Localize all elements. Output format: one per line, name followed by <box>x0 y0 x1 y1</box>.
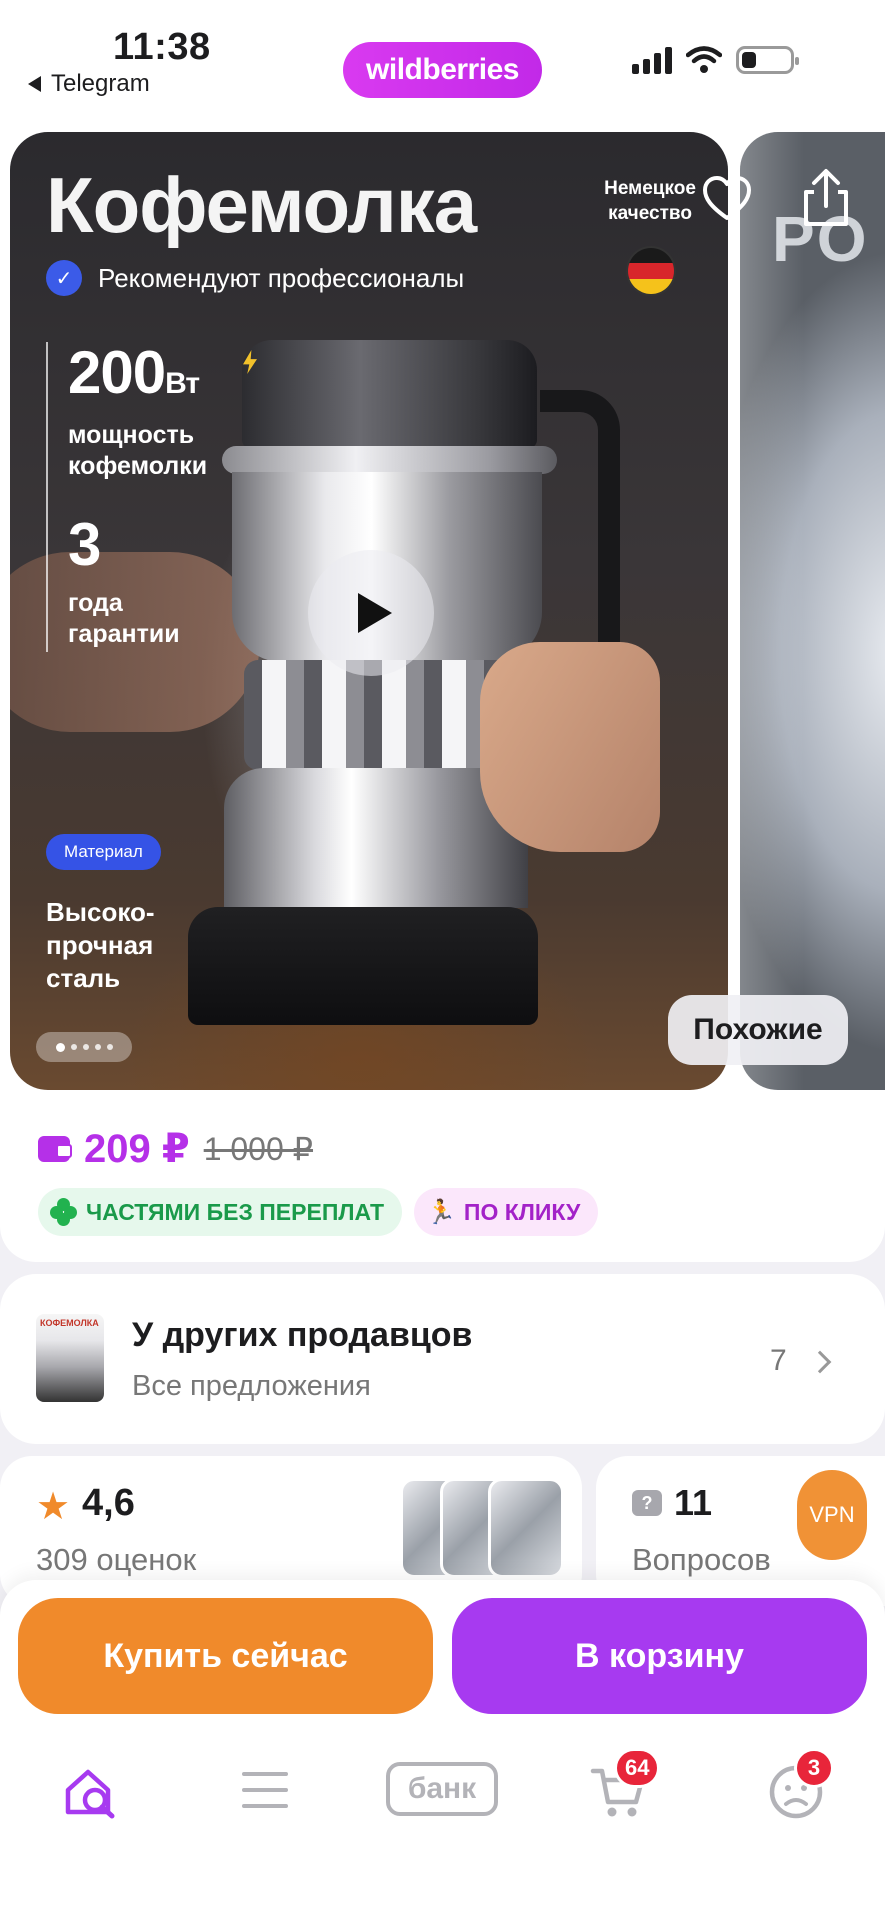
quality-label: Немецкое качество <box>604 178 696 224</box>
questions-count: 11 <box>674 1482 713 1523</box>
status-time: 11:38 <box>113 26 211 68</box>
share-icon[interactable] <box>800 168 852 228</box>
power-label: мощность кофемолки <box>68 421 208 480</box>
play-icon <box>358 593 392 633</box>
bottom-tab-bar: банк 64 3 <box>0 1748 885 1840</box>
recommend-text: Рекомендуют профессионалы <box>98 262 465 293</box>
home-indicator <box>300 1898 585 1908</box>
product-photo-base <box>188 907 538 1025</box>
rating-count: 309 оценок <box>36 1542 197 1577</box>
one-click-chip[interactable]: 🏃 ПО КЛИКУ <box>414 1188 599 1236</box>
old-price: 1 000 ₽ <box>203 1131 314 1167</box>
installments-chip[interactable]: ЧАСТЯМИ БЕЗ ПЕРЕПЛАТ <box>38 1188 403 1236</box>
similar-button[interactable]: Похожие <box>668 995 848 1065</box>
back-to-app-button[interactable]: Telegram <box>28 70 150 98</box>
brand-logo: wildberries <box>343 42 542 98</box>
system-icons <box>632 46 799 74</box>
gallery-next-slide[interactable]: PO <box>740 132 885 1090</box>
power-value: 200Вт <box>68 339 200 406</box>
back-app-label: Telegram <box>51 70 150 97</box>
other-sellers-subtitle: Все предложения <box>132 1370 371 1402</box>
current-price: 209 ₽ <box>84 1127 190 1171</box>
play-video-button[interactable] <box>308 550 434 676</box>
favorite-heart-icon[interactable] <box>702 174 752 224</box>
product-photo-hand <box>480 642 660 852</box>
gallery-pagination <box>36 1032 132 1062</box>
other-sellers-title: У других продавцов <box>132 1316 473 1354</box>
price-row: 209 ₽ 1 000 ₽ <box>38 1126 313 1172</box>
review-photos[interactable] <box>400 1478 564 1578</box>
profile-notification-badge: 3 <box>794 1748 834 1788</box>
payment-chips: ЧАСТЯМИ БЕЗ ПЕРЕПЛАТ 🏃 ПО КЛИКУ <box>38 1188 599 1236</box>
battery-icon <box>736 46 799 74</box>
rating-value: 4,6 <box>82 1482 135 1524</box>
other-sellers-count: 7 <box>770 1344 787 1377</box>
questions-label: Вопросов <box>632 1542 771 1577</box>
verified-badge-icon: ✓ <box>46 260 82 296</box>
other-sellers-card[interactable]: КОФЕМОЛКА У других продавцов Все предлож… <box>0 1274 885 1444</box>
status-bar: 11:38 Telegram wildberries <box>0 0 885 132</box>
chevron-right-icon <box>808 1350 832 1374</box>
seller-product-thumbnail: КОФЕМОЛКА <box>36 1314 104 1402</box>
add-to-cart-button[interactable]: В корзину <box>452 1598 867 1714</box>
question-icon: ? <box>632 1490 662 1516</box>
recommend-row: ✓ Рекомендуют профессионалы <box>46 260 464 296</box>
tab-home-search-icon[interactable] <box>62 1764 120 1820</box>
wifi-icon <box>686 46 722 73</box>
back-arrow-icon <box>28 76 41 92</box>
warranty-label: года гарантии <box>68 589 180 648</box>
vpn-badge[interactable]: VPN <box>797 1470 867 1560</box>
wallet-icon <box>38 1136 72 1162</box>
product-gallery[interactable]: Кофемолка ✓ Рекомендуют профессионалы 20… <box>10 132 728 1090</box>
clover-icon <box>50 1198 78 1226</box>
star-icon: ★ <box>36 1486 71 1528</box>
buy-now-button[interactable]: Купить сейчас <box>18 1598 433 1714</box>
german-flag-icon <box>626 246 676 296</box>
product-photo-lid <box>242 340 537 448</box>
tab-bank-icon[interactable]: банк <box>386 1762 498 1816</box>
runner-icon: 🏃 <box>426 1198 456 1226</box>
cart-count-badge: 64 <box>614 1748 661 1788</box>
cellular-signal-icon <box>632 46 672 74</box>
tab-catalog-menu-icon[interactable] <box>242 1772 288 1810</box>
material-text: Высоко-прочная сталь <box>46 897 155 993</box>
slide-headline: Кофемолка <box>46 161 477 249</box>
material-badge: Материал <box>46 834 161 870</box>
warranty-value: 3 <box>68 511 101 578</box>
